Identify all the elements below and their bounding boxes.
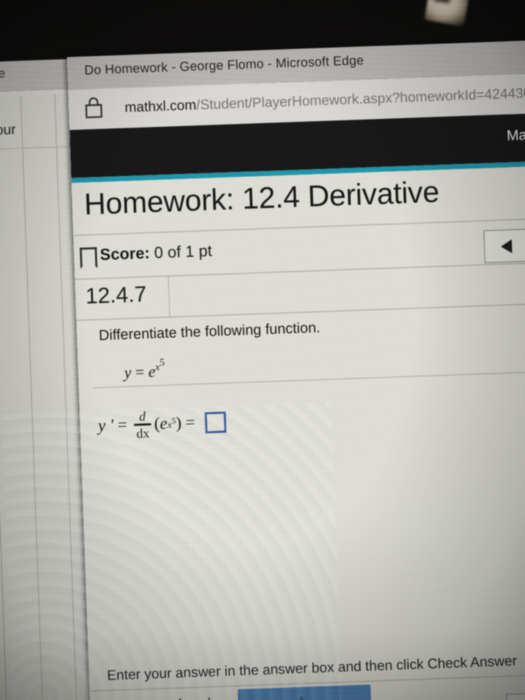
frac-denominator: dx [136,425,150,441]
equation-exponent-power: 5 [159,357,165,369]
page-viewport: Math 102 - Homework: 12.4 Derivative Sco… [69,111,525,700]
window-title: Do Homework - George Flomo - Microsoft E… [84,52,365,78]
homework-panel: Homework: 12.4 Derivative Score: 0 of 1 … [71,164,525,700]
background-window-title: ademics - Dre [0,66,6,83]
derivative-operator: d dx [134,408,152,441]
given-equation: y = ex5 [124,358,166,383]
check-answer-button[interactable] [237,684,372,700]
question-number: 12.4.7 [85,281,148,309]
triangle-left-icon [501,238,513,254]
score-value: 0 of 1 pt [153,243,213,263]
equals-sign-2: = [185,412,196,433]
bookmark-icon[interactable] [79,247,98,269]
equals-sign: = [135,364,145,382]
answer-input-box[interactable] [204,411,227,433]
monitor-screen: ademics - Dre ecollege.com/c Cour ❯ Do H… [0,0,525,700]
url-text[interactable]: mathxl.com/Student/PlayerHomework.aspx?h… [124,84,525,115]
all-parts-showing-label: All parts showing [108,696,229,700]
url-path: /Student/PlayerHomework.aspx?homeworkId=… [195,83,525,113]
background-course-home-link[interactable]: Cour [0,121,16,138]
answer-equation: y ′ = d dx (e x5) = [97,400,227,449]
divider [0,146,71,151]
close-paren: ) [175,413,182,433]
screen-photograph: ademics - Dre ecollege.com/c Cour ❯ Do H… [0,0,525,700]
frac-numerator: d [138,408,146,424]
derivative-lhs: y ′ [97,415,114,436]
equation-lhs: y [123,364,132,382]
score-label: Score: [99,245,151,265]
clear-button[interactable]: Clear [505,690,525,700]
lock-icon [85,97,103,119]
edge-browser-window: Do Homework - George Flomo - Microsoft E… [66,38,525,700]
question-prompt: Differentiate the following function. [98,320,321,345]
page-title: Homework: 12.4 Derivative [83,175,440,222]
previous-question-button[interactable] [484,229,525,263]
url-host: mathxl.com [124,96,197,116]
course-title: Math 102 - [506,126,525,145]
question-navigator[interactable]: 2 of 6 [483,226,525,264]
score-text: Score: 0 of 1 pt [100,243,213,265]
equals-sign: = [117,415,128,435]
divider [167,276,171,317]
